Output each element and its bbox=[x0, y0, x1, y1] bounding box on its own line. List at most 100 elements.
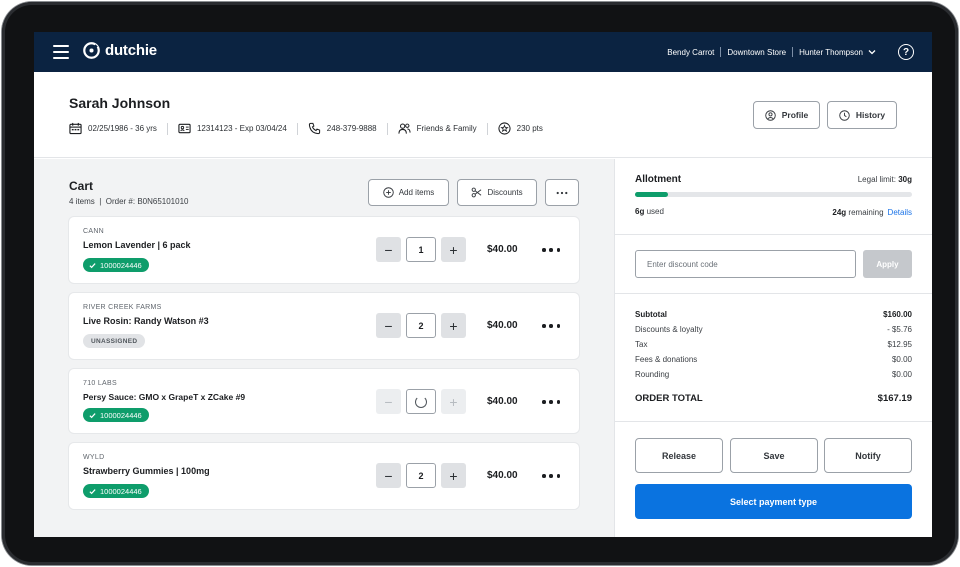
check-icon bbox=[89, 262, 96, 268]
customer-points: 230 pts bbox=[498, 122, 553, 135]
save-button[interactable]: Save bbox=[730, 438, 818, 473]
quantity-stepper: − + bbox=[376, 389, 466, 414]
users-icon bbox=[398, 123, 411, 134]
register-name: Bendy Carrot bbox=[667, 47, 715, 57]
item-brand: WYLD bbox=[83, 454, 105, 461]
decrease-qty-button[interactable]: − bbox=[376, 313, 401, 338]
hamburger-menu-icon[interactable] bbox=[53, 45, 69, 59]
tablet-frame: dutchie Bendy Carrot Downtown Store Hunt… bbox=[2, 2, 958, 565]
item-name: Lemon Lavender | 6 pack bbox=[83, 240, 191, 250]
add-items-label: Add items bbox=[398, 188, 435, 197]
details-link[interactable]: Details bbox=[888, 208, 912, 217]
calendar-icon bbox=[69, 122, 82, 135]
quantity-stepper: − 2 + bbox=[376, 313, 466, 338]
item-brand: 710 LABS bbox=[83, 380, 117, 387]
unassigned-tag[interactable]: UNASSIGNED bbox=[83, 334, 146, 348]
increase-qty-button[interactable]: + bbox=[441, 237, 466, 262]
help-icon[interactable]: ? bbox=[898, 44, 914, 60]
item-price: $40.00 bbox=[487, 320, 518, 331]
decrease-qty-button[interactable]: − bbox=[376, 463, 401, 488]
star-badge-icon bbox=[498, 122, 511, 135]
quantity-value[interactable]: 2 bbox=[406, 463, 436, 488]
decrease-qty-button[interactable]: − bbox=[376, 237, 401, 262]
item-price: $40.00 bbox=[487, 470, 518, 481]
item-options-icon[interactable] bbox=[542, 321, 560, 331]
store-location: Downtown Store bbox=[727, 47, 787, 57]
phone-icon bbox=[308, 122, 320, 135]
summary-label: Discounts & loyalty bbox=[635, 325, 703, 334]
remaining-value: 24g bbox=[832, 208, 847, 217]
customer-phone: 248-379-9888 bbox=[308, 122, 387, 135]
decrease-qty-button[interactable]: − bbox=[376, 389, 401, 414]
customer-group: Friends & Family bbox=[398, 122, 487, 135]
profile-button[interactable]: Profile bbox=[753, 101, 820, 129]
package-tag[interactable]: 1000024446 bbox=[83, 484, 149, 498]
item-price: $40.00 bbox=[487, 244, 518, 255]
legal-limit-label: Legal limit: bbox=[857, 175, 899, 184]
used-label: used bbox=[644, 207, 664, 216]
quantity-stepper: − 2 + bbox=[376, 463, 466, 488]
customer-name: Sarah Johnson bbox=[69, 95, 171, 111]
customer-dob: 02/25/1986 - 36 yrs bbox=[69, 122, 167, 135]
notify-button[interactable]: Notify bbox=[824, 438, 912, 473]
chevron-down-icon bbox=[868, 50, 876, 55]
cart-item[interactable]: CANN Lemon Lavender | 6 pack 1000024446 … bbox=[69, 217, 579, 283]
allotment-title: Allotment bbox=[635, 174, 682, 185]
profile-label: Profile bbox=[781, 110, 809, 120]
points-text: 230 pts bbox=[516, 124, 543, 133]
increase-qty-button[interactable]: + bbox=[441, 389, 466, 414]
cart-summary: 4 items | Order #: B0N65101010 bbox=[69, 197, 189, 206]
add-items-button[interactable]: Add items bbox=[368, 179, 449, 206]
quantity-value[interactable]: 1 bbox=[406, 237, 436, 262]
scissors-icon bbox=[472, 187, 482, 198]
app-screen: dutchie Bendy Carrot Downtown Store Hunt… bbox=[34, 32, 932, 537]
id-text: 12314123 - Exp 03/04/24 bbox=[196, 124, 287, 133]
item-price: $40.00 bbox=[487, 396, 518, 407]
history-button[interactable]: History bbox=[827, 101, 897, 129]
top-nav-bar: dutchie Bendy Carrot Downtown Store Hunt… bbox=[34, 32, 932, 72]
brand-name: dutchie bbox=[105, 42, 157, 59]
customer-id: 12314123 - Exp 03/04/24 bbox=[178, 122, 297, 135]
increase-qty-button[interactable]: + bbox=[441, 463, 466, 488]
section-divider bbox=[615, 293, 932, 294]
quantity-value[interactable]: 2 bbox=[406, 313, 436, 338]
discounts-button[interactable]: Discounts bbox=[457, 179, 537, 206]
section-divider bbox=[615, 421, 932, 422]
increase-qty-button[interactable]: + bbox=[441, 313, 466, 338]
cart-item[interactable]: WYLD Strawberry Gummies | 100mg 10000244… bbox=[69, 443, 579, 509]
package-tag[interactable]: 1000024446 bbox=[83, 258, 149, 272]
discount-code-input[interactable] bbox=[635, 250, 856, 278]
order-summary-panel: Allotment Legal limit: 30g 6g used 24g r… bbox=[614, 159, 932, 537]
item-options-icon[interactable] bbox=[542, 471, 560, 481]
summary-value: - $5.76 bbox=[887, 325, 912, 334]
summary-value: $12.95 bbox=[887, 340, 912, 349]
dutchie-logo: dutchie bbox=[83, 42, 157, 59]
history-label: History bbox=[855, 110, 886, 120]
apply-discount-button[interactable]: Apply bbox=[863, 250, 912, 278]
meta-divider bbox=[296, 122, 298, 135]
summary-label: Tax bbox=[635, 340, 648, 349]
order-total-label: ORDER TOTAL bbox=[635, 393, 703, 404]
user-menu[interactable]: Hunter Thompson bbox=[793, 48, 882, 57]
package-tag[interactable]: 1000024446 bbox=[83, 408, 149, 422]
quantity-stepper: − 1 + bbox=[376, 237, 466, 262]
group-text: Friends & Family bbox=[416, 124, 477, 133]
release-button[interactable]: Release bbox=[635, 438, 723, 473]
cart-item[interactable]: RIVER CREEK FARMS Live Rosin: Randy Wats… bbox=[69, 293, 579, 359]
item-options-icon[interactable] bbox=[542, 397, 560, 407]
more-horizontal-icon bbox=[556, 191, 568, 194]
select-payment-type-button[interactable]: Select payment type bbox=[635, 484, 912, 519]
id-card-icon bbox=[178, 123, 191, 134]
discounts-label: Discounts bbox=[487, 188, 523, 197]
item-options-icon[interactable] bbox=[542, 245, 560, 255]
allotment-remaining: 24g remaining Details bbox=[832, 208, 912, 217]
cart-item[interactable]: 710 LABS Persy Sauce: GMO x GrapeT x ZCa… bbox=[69, 369, 579, 433]
clock-icon bbox=[839, 109, 850, 121]
more-options-button[interactable] bbox=[545, 179, 579, 206]
customer-details: 02/25/1986 - 36 yrs 12314123 - Exp 03/04… bbox=[69, 122, 553, 135]
item-name: Persy Sauce: GMO x GrapeT x ZCake #9 bbox=[83, 392, 246, 402]
cart-title: Cart bbox=[69, 179, 94, 193]
user-name: Hunter Thompson bbox=[799, 47, 863, 57]
legal-limit-value: 30g bbox=[898, 175, 912, 184]
order-total-value: $167.19 bbox=[877, 393, 912, 404]
